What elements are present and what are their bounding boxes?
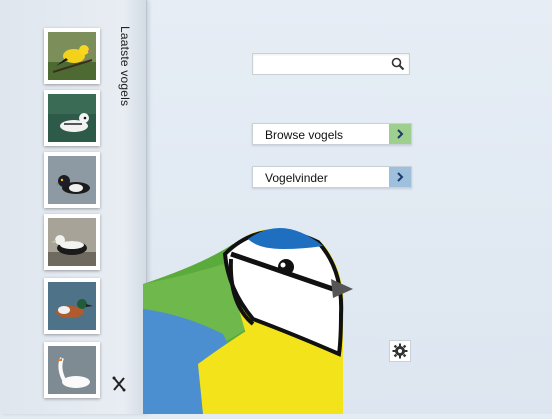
- recent-bird-shoveler[interactable]: [44, 278, 100, 334]
- bird-finder-label: Vogelvinder: [265, 171, 328, 185]
- gear-icon: [392, 343, 408, 359]
- browse-birds-label: Browse vogels: [265, 128, 344, 142]
- chevron-right-icon: [389, 167, 411, 187]
- search-icon[interactable]: [391, 57, 405, 71]
- golden-oriole-photo: [48, 32, 96, 80]
- shoveler-photo: [48, 282, 96, 330]
- recent-bird-golden-oriole[interactable]: [44, 28, 100, 84]
- browse-birds-button[interactable]: Browse vogels: [252, 123, 412, 145]
- tufted-duck-photo: [48, 156, 96, 204]
- recent-bird-mute-swan[interactable]: [44, 342, 100, 398]
- mute-swan-photo: [48, 346, 96, 394]
- sidebar: Laatste vogels: [0, 0, 147, 414]
- search-box[interactable]: [252, 53, 410, 75]
- tools-icon[interactable]: [111, 376, 127, 392]
- blue-tit-illustration: [143, 214, 363, 414]
- smew-photo: [48, 94, 96, 142]
- chevron-right-icon: [389, 124, 411, 144]
- recent-bird-smew[interactable]: [44, 90, 100, 146]
- recent-bird-tufted-duck[interactable]: [44, 152, 100, 208]
- eider-photo: [48, 218, 96, 266]
- search-input[interactable]: [257, 56, 389, 74]
- settings-button[interactable]: [389, 340, 411, 362]
- sidebar-title: Laatste vogels: [118, 26, 132, 107]
- bird-finder-button[interactable]: Vogelvinder: [252, 166, 412, 188]
- recent-bird-eider[interactable]: [44, 214, 100, 270]
